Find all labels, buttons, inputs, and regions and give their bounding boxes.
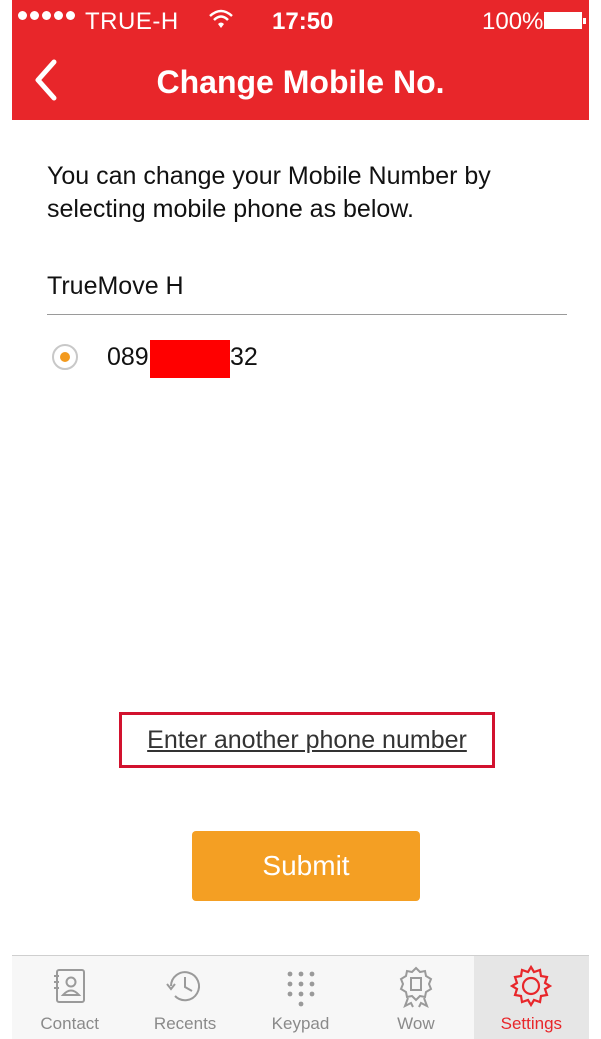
divider <box>47 314 567 315</box>
tab-recents[interactable]: Recents <box>127 956 242 1039</box>
phone-number-suffix: 32 <box>230 343 258 371</box>
tab-label: Keypad <box>271 1014 330 1033</box>
signal-strength-icon <box>18 11 75 20</box>
page-title: Change Mobile No. <box>156 64 445 100</box>
keypad-icon <box>287 971 314 1007</box>
wifi-icon <box>209 9 233 28</box>
tab-bar: Contact Recents Keypad Wow Settings <box>12 955 590 1039</box>
tab-settings[interactable]: Settings <box>473 956 590 1039</box>
submit-button[interactable]: Submit <box>192 831 420 901</box>
phone-number-option[interactable]: 089 32 <box>52 340 452 380</box>
tab-label: Wow <box>397 1014 435 1033</box>
tab-contact[interactable]: Contact <box>12 956 127 1039</box>
tab-label: Settings <box>500 1014 563 1033</box>
operator-label: TrueMove H <box>47 272 184 300</box>
contact-card-icon <box>53 969 85 1003</box>
tab-label: Recents <box>153 1014 217 1033</box>
radio-selected-icon[interactable] <box>52 344 78 370</box>
tab-wow[interactable]: Wow <box>358 956 473 1039</box>
tab-label: Contact <box>40 1014 99 1033</box>
tab-keypad[interactable]: Keypad <box>243 956 358 1039</box>
enter-another-number-link[interactable]: Enter another phone number <box>119 712 495 768</box>
clock-icon <box>166 971 201 1002</box>
carrier-name: TRUE-H <box>85 8 179 35</box>
status-time: 17:50 <box>272 8 334 35</box>
status-bar: TRUE-H 17:50 100% <box>12 0 589 44</box>
instruction-text: You can change your Mobile Number by sel… <box>47 162 491 223</box>
battery-percent: 100% <box>482 8 544 35</box>
award-badge-icon <box>399 966 433 1008</box>
battery-icon <box>544 12 586 29</box>
gear-icon <box>510 964 553 1008</box>
app-header: TRUE-H 17:50 100% Change Mobile No. <box>12 0 589 120</box>
phone-number-prefix: 089 <box>107 343 149 371</box>
navigation-bar: Change Mobile No. <box>12 44 589 120</box>
redacted-block <box>150 340 230 378</box>
